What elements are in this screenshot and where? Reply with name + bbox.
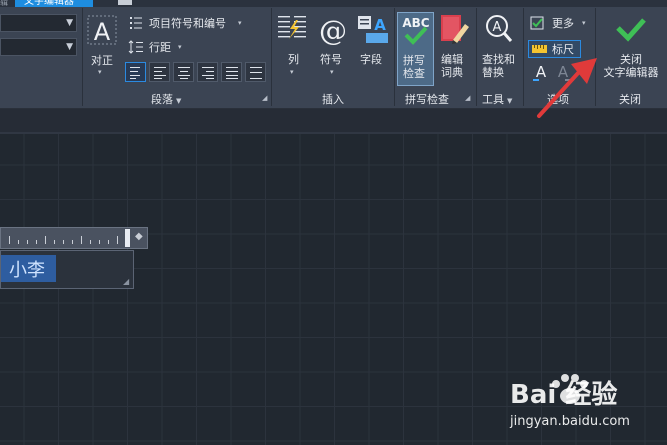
panel-separator	[82, 8, 83, 106]
panel-separator	[523, 8, 524, 106]
bullets-button[interactable]: 项目符号和编号 ▾	[128, 15, 248, 31]
columns-icon	[278, 16, 306, 39]
find-replace-icon: A	[486, 15, 513, 42]
columns-label: 列	[288, 53, 299, 66]
chevron-down-icon: ▾	[582, 19, 586, 27]
style-dropdown[interactable]: ▼	[0, 14, 77, 32]
chevron-down-icon: ▾	[330, 68, 334, 76]
chevron-down-icon: ▾	[290, 68, 294, 76]
dialog-launcher-icon[interactable]: ◢	[262, 94, 267, 102]
tools-group-label[interactable]: 工具 ▼	[482, 91, 512, 107]
align-default-button[interactable]	[125, 62, 146, 82]
ruler-indent-marker[interactable]	[125, 229, 130, 247]
chevron-down-icon: ▾	[98, 68, 102, 76]
tab-stub[interactable]	[118, 0, 132, 5]
line-spacing-icon	[128, 40, 143, 54]
panel-separator	[271, 8, 272, 106]
dictionary-icon	[441, 15, 469, 44]
tab-text-editor-label: 文字编辑器	[24, 0, 74, 7]
symbol-label: 符号	[320, 53, 342, 66]
paw-icon	[552, 374, 588, 404]
panel-separator	[476, 8, 477, 106]
field-button[interactable]: A 字段	[356, 12, 390, 78]
field-label: 字段	[360, 53, 382, 66]
checkbox-checked-icon	[530, 16, 544, 30]
bullet-list-icon	[130, 17, 142, 29]
more-label: 更多	[552, 17, 574, 30]
check-icon	[616, 18, 646, 42]
chevron-down-icon: ▾	[178, 43, 182, 51]
tab-partial[interactable]: 辑	[0, 0, 8, 9]
at-symbol-icon: @	[319, 14, 347, 47]
dialog-launcher-icon[interactable]: ◢	[465, 94, 470, 102]
line-spacing-button[interactable]: 行距 ▾	[128, 39, 188, 55]
svg-text:A: A	[94, 18, 111, 46]
text-ruler[interactable]: ◆	[0, 227, 148, 249]
find-replace-label: 查找和 替换	[482, 53, 515, 79]
justify-button[interactable]: A 对正 ▾	[85, 12, 121, 76]
line-spacing-label: 行距	[149, 41, 171, 54]
svg-text:A: A	[374, 16, 386, 34]
chevron-down-icon: ▼	[66, 18, 73, 28]
chevron-down-icon: ▼	[66, 42, 73, 52]
chevron-down-icon: ▾	[238, 19, 242, 27]
align-distribute-button[interactable]	[245, 62, 266, 82]
align-justify-button[interactable]	[221, 62, 242, 82]
watermark-url: jingyan.baidu.com	[510, 414, 630, 429]
field-icon: A	[358, 16, 388, 43]
tools-group-text: 工具	[482, 93, 504, 106]
columns-button[interactable]: 列 ▾	[276, 12, 310, 78]
svg-text:A: A	[493, 20, 502, 35]
panel-separator	[394, 8, 395, 106]
paragraph-group-label[interactable]: 段落 ▼	[151, 91, 181, 107]
symbol-button[interactable]: @ 符号 ▾	[316, 12, 350, 78]
spell-check-label: 拼写 检查	[403, 54, 425, 80]
mtext-editor[interactable]: 小李 ◢	[0, 250, 134, 289]
justify-icon: A	[87, 15, 117, 46]
close-editor-button[interactable]: 关闭 文字编辑器	[598, 12, 664, 86]
align-right-button[interactable]	[197, 62, 218, 82]
svg-text:@: @	[319, 14, 347, 46]
resize-grip-icon[interactable]: ◢	[123, 277, 129, 286]
close-editor-label: 关闭 文字编辑器	[603, 53, 659, 79]
spellcheck-group-label: 拼写检查	[405, 93, 449, 106]
ruler-handle-icon[interactable]: ◆	[135, 231, 143, 242]
bullets-label: 项目符号和编号	[149, 17, 226, 30]
chevron-down-icon: ▼	[176, 97, 182, 105]
tab-text-editor[interactable]: 文字编辑器	[15, 0, 93, 7]
justify-label: 对正	[91, 54, 113, 67]
align-left-button[interactable]	[149, 62, 170, 82]
editor-text[interactable]: 小李	[9, 256, 45, 282]
insert-group-label: 插入	[322, 93, 344, 106]
chevron-down-icon: ▼	[507, 97, 513, 105]
paragraph-group-text: 段落	[151, 93, 173, 106]
more-button[interactable]: 更多 ▾	[530, 15, 592, 33]
align-center-button[interactable]	[173, 62, 194, 82]
spell-check-button[interactable]: ABC 拼写 检查	[397, 12, 434, 86]
edit-dictionary-button[interactable]: 编辑 词典	[437, 12, 471, 86]
red-arrow-annotation	[537, 58, 597, 118]
title-strip: 辑 文字编辑器	[0, 0, 667, 7]
spell-check-icon: ABC	[402, 16, 430, 45]
close-group-label: 关闭	[619, 93, 641, 106]
font-dropdown[interactable]: ▼	[0, 38, 77, 56]
find-replace-button[interactable]: A 查找和 替换	[480, 12, 522, 86]
edit-dictionary-label: 编辑 词典	[441, 53, 463, 79]
